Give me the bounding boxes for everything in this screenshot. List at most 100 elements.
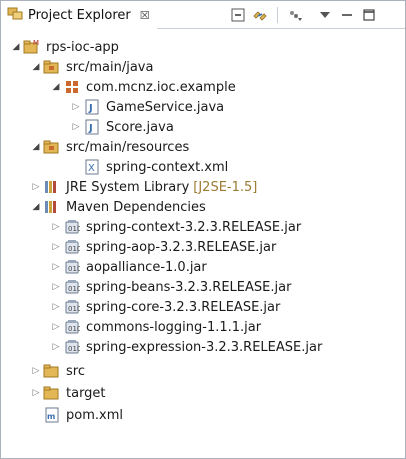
svg-text:010: 010 (68, 305, 80, 313)
minimize-icon[interactable] (314, 5, 336, 25)
tree-item-label: Score.java (106, 119, 174, 135)
jar-icon: 010 (63, 317, 81, 337)
svg-text:010: 010 (68, 265, 80, 273)
java-file-icon: J (83, 117, 101, 137)
expanded-arrow-icon[interactable]: ◢ (29, 57, 43, 77)
svg-text:010: 010 (68, 225, 80, 233)
project-explorer-view: Project Explorer ☒ ◢ M rps-ioc-app ◢ src… (0, 0, 406, 459)
view-toolbar (227, 5, 380, 25)
library-icon (43, 177, 61, 197)
tree-item-label: aopalliance-1.0.jar (86, 259, 207, 275)
collapsed-arrow-icon[interactable]: ▷ (49, 257, 63, 277)
folder-icon (43, 383, 61, 403)
expanded-arrow-icon[interactable]: ◢ (49, 77, 63, 97)
view-menu-icon[interactable] (284, 5, 306, 25)
collapsed-arrow-icon[interactable]: ▷ (49, 297, 63, 317)
tree-item-label: Maven Dependencies (66, 199, 206, 215)
svg-text:010: 010 (68, 245, 80, 253)
toolbar-separator (277, 7, 278, 23)
tree-item-label: spring-context.xml (106, 159, 229, 175)
project-explorer-icon (7, 5, 23, 25)
library-icon (43, 197, 61, 217)
jre-version-decoration: [J2SE-1.5] (193, 179, 258, 195)
tree-item-jar[interactable]: ▷ 010 spring-beans-3.2.3.RELEASE.jar (1, 277, 401, 297)
collapsed-arrow-icon[interactable]: ▷ (69, 117, 83, 137)
folder-icon (43, 361, 61, 381)
jar-icon: 010 (63, 297, 81, 317)
collapsed-arrow-icon[interactable]: ▷ (49, 217, 63, 237)
tree-item-jar[interactable]: ▷ 010 aopalliance-1.0.jar (1, 257, 401, 277)
tree-item-src-main-java[interactable]: ◢ src/main/java (1, 57, 401, 77)
tree-item-label: GameService.java (106, 99, 225, 115)
expanded-arrow-icon[interactable]: ◢ (9, 37, 23, 57)
link-with-editor-icon[interactable] (249, 5, 271, 25)
tree-item-target[interactable]: ▷ target (1, 383, 401, 403)
svg-text:J: J (88, 123, 93, 134)
tree-item-jar[interactable]: ▷ 010 spring-aop-3.2.3.RELEASE.jar (1, 237, 401, 257)
tree-item-label: spring-expression-3.2.3.RELEASE.jar (86, 339, 323, 355)
svg-text:M: M (33, 39, 39, 47)
jar-icon: 010 (63, 337, 81, 357)
tree-item-label: target (66, 385, 106, 401)
tree-item-spring-context-xml[interactable]: X spring-context.xml (1, 157, 401, 177)
collapsed-arrow-icon[interactable]: ▷ (69, 97, 83, 117)
tab-project-explorer[interactable]: Project Explorer ☒ (1, 1, 157, 29)
svg-text:X: X (88, 163, 95, 174)
tree-item-label: JRE System Library (66, 179, 190, 195)
maximize-icon[interactable] (358, 5, 380, 25)
collapsed-arrow-icon[interactable]: ▷ (29, 383, 43, 403)
tree-item-pom[interactable]: m pom.xml (1, 405, 401, 425)
tree-item-src[interactable]: ▷ src (1, 361, 401, 381)
close-icon[interactable]: ☒ (140, 10, 150, 21)
jar-icon: 010 (63, 217, 81, 237)
tree-item-label: pom.xml (66, 407, 123, 423)
expanded-arrow-icon[interactable]: ◢ (29, 197, 43, 217)
tree-item-label: commons-logging-1.1.1.jar (86, 319, 262, 335)
tree-item-label: src (66, 363, 85, 379)
tree-item-label: com.mcnz.ioc.example (86, 79, 236, 95)
java-file-icon: J (83, 97, 101, 117)
tree-item-jar[interactable]: ▷ 010 commons-logging-1.1.1.jar (1, 317, 401, 337)
tree-item-src-main-resources[interactable]: ◢ src/main/resources (1, 137, 401, 157)
maven-pom-icon: m (43, 405, 61, 425)
tab-label: Project Explorer (28, 7, 131, 23)
tree-item-maven-dependencies[interactable]: ◢ Maven Dependencies (1, 197, 401, 217)
collapse-all-icon[interactable] (227, 5, 249, 25)
tree-item-label: src/main/java (66, 59, 154, 75)
source-folder-icon (43, 57, 61, 77)
tree-item-jre-library[interactable]: ▷ JRE System Library [J2SE-1.5] (1, 177, 401, 197)
tree-item-project[interactable]: ◢ M rps-ioc-app (1, 37, 401, 57)
collapsed-arrow-icon[interactable]: ▷ (29, 361, 43, 381)
tree-item-label: spring-context-3.2.3.RELEASE.jar (86, 219, 302, 235)
svg-text:J: J (88, 103, 93, 114)
tree-item-label: spring-core-3.2.3.RELEASE.jar (86, 299, 281, 315)
collapsed-arrow-icon[interactable]: ▷ (49, 277, 63, 297)
expanded-arrow-icon[interactable]: ◢ (29, 137, 43, 157)
svg-text:010: 010 (68, 345, 80, 353)
collapsed-arrow-icon[interactable]: ▷ (49, 237, 63, 257)
tree-item-label: spring-aop-3.2.3.RELEASE.jar (86, 239, 277, 255)
minimize-icon[interactable] (336, 5, 358, 25)
tree-item-jar[interactable]: ▷ 010 spring-core-3.2.3.RELEASE.jar (1, 297, 401, 317)
svg-text:010: 010 (68, 285, 80, 293)
package-icon (63, 77, 81, 97)
tree-item-gameservice[interactable]: ▷ J GameService.java (1, 97, 401, 117)
collapsed-arrow-icon[interactable]: ▷ (49, 317, 63, 337)
jar-icon: 010 (63, 257, 81, 277)
maven-project-icon: M (23, 37, 41, 57)
tree-item-jar[interactable]: ▷ 010 spring-context-3.2.3.RELEASE.jar (1, 217, 401, 237)
source-folder-icon (43, 137, 61, 157)
collapsed-arrow-icon[interactable]: ▷ (29, 177, 43, 197)
jar-icon: 010 (63, 237, 81, 257)
jar-icon: 010 (63, 277, 81, 297)
tree-item-label: src/main/resources (66, 139, 190, 155)
collapsed-arrow-icon[interactable]: ▷ (49, 337, 63, 357)
tree-item-package[interactable]: ◢ com.mcnz.ioc.example (1, 77, 401, 97)
tree-item-jar[interactable]: ▷ 010 spring-expression-3.2.3.RELEASE.ja… (1, 337, 401, 357)
tree-item-label: rps-ioc-app (46, 39, 119, 55)
tree-item-label: spring-beans-3.2.3.RELEASE.jar (86, 279, 292, 295)
tree-item-score[interactable]: ▷ J Score.java (1, 117, 401, 137)
svg-text:m: m (47, 412, 55, 421)
xml-file-icon: X (83, 157, 101, 177)
view-header: Project Explorer ☒ (1, 1, 405, 29)
